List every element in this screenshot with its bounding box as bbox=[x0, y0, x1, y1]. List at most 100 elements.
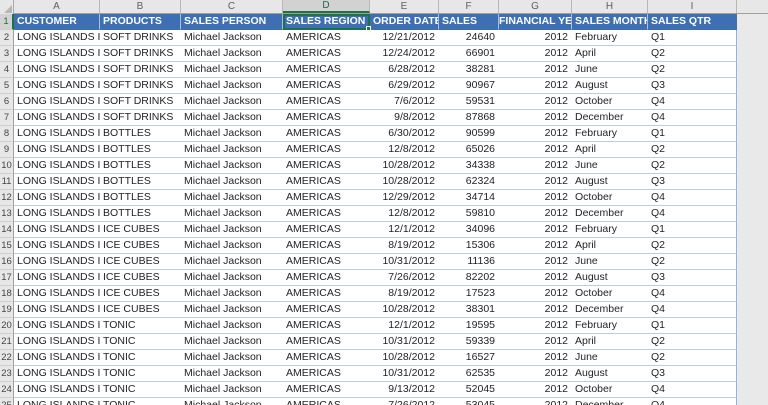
data-cell[interactable]: BOTTLES bbox=[100, 206, 181, 222]
data-cell[interactable]: LONG ISLANDS INC bbox=[14, 286, 100, 302]
data-cell[interactable]: Michael Jackson bbox=[181, 318, 283, 334]
row-header-9[interactable]: 9 bbox=[0, 142, 14, 158]
data-cell[interactable]: Q4 bbox=[648, 110, 737, 126]
data-cell[interactable]: ICE CUBES bbox=[100, 222, 181, 238]
data-cell[interactable]: 2012 bbox=[499, 142, 572, 158]
data-cell[interactable]: ICE CUBES bbox=[100, 238, 181, 254]
data-cell[interactable]: LONG ISLANDS INC bbox=[14, 126, 100, 142]
data-cell[interactable]: 82202 bbox=[439, 270, 499, 286]
data-cell[interactable]: ICE CUBES bbox=[100, 302, 181, 318]
data-cell[interactable]: 6/30/2012 bbox=[370, 126, 439, 142]
data-cell[interactable]: LONG ISLANDS INC bbox=[14, 110, 100, 126]
data-cell[interactable]: August bbox=[572, 78, 648, 94]
data-cell[interactable]: Q1 bbox=[648, 318, 737, 334]
data-cell[interactable]: 12/8/2012 bbox=[370, 206, 439, 222]
data-cell[interactable]: 16527 bbox=[439, 350, 499, 366]
data-cell[interactable]: Michael Jackson bbox=[181, 78, 283, 94]
data-cell[interactable]: Q4 bbox=[648, 382, 737, 398]
data-cell[interactable]: December bbox=[572, 206, 648, 222]
data-cell[interactable]: TONIC bbox=[100, 350, 181, 366]
data-cell[interactable]: 2012 bbox=[499, 78, 572, 94]
data-cell[interactable]: 2012 bbox=[499, 110, 572, 126]
data-cell[interactable]: 2012 bbox=[499, 302, 572, 318]
data-cell[interactable]: 8/19/2012 bbox=[370, 238, 439, 254]
data-cell[interactable]: 9/8/2012 bbox=[370, 110, 439, 126]
data-cell[interactable]: 2012 bbox=[499, 366, 572, 382]
data-cell[interactable]: SOFT DRINKS bbox=[100, 30, 181, 46]
data-cell[interactable]: LONG ISLANDS INC bbox=[14, 206, 100, 222]
data-cell[interactable]: 87868 bbox=[439, 110, 499, 126]
data-cell[interactable]: 10/31/2012 bbox=[370, 334, 439, 350]
data-cell[interactable]: Q4 bbox=[648, 206, 737, 222]
row-header-15[interactable]: 15 bbox=[0, 238, 14, 254]
row-header-8[interactable]: 8 bbox=[0, 126, 14, 142]
data-cell[interactable]: 7/26/2012 bbox=[370, 398, 439, 405]
data-cell[interactable]: AMERICAS bbox=[283, 94, 370, 110]
data-cell[interactable]: AMERICAS bbox=[283, 286, 370, 302]
header-cell[interactable]: SALES QTR bbox=[648, 14, 737, 30]
data-cell[interactable]: Michael Jackson bbox=[181, 110, 283, 126]
data-cell[interactable]: ICE CUBES bbox=[100, 270, 181, 286]
row-header-23[interactable]: 23 bbox=[0, 366, 14, 382]
data-cell[interactable]: Q4 bbox=[648, 398, 737, 405]
row-header-4[interactable]: 4 bbox=[0, 62, 14, 78]
data-cell[interactable]: Q1 bbox=[648, 222, 737, 238]
data-cell[interactable]: 53045 bbox=[439, 398, 499, 405]
data-cell[interactable]: Michael Jackson bbox=[181, 142, 283, 158]
data-cell[interactable]: April bbox=[572, 46, 648, 62]
data-cell[interactable]: SOFT DRINKS bbox=[100, 78, 181, 94]
data-cell[interactable]: February bbox=[572, 222, 648, 238]
data-cell[interactable]: February bbox=[572, 126, 648, 142]
data-cell[interactable]: August bbox=[572, 270, 648, 286]
row-header-13[interactable]: 13 bbox=[0, 206, 14, 222]
column-header-G[interactable]: G bbox=[499, 0, 572, 13]
row-header-24[interactable]: 24 bbox=[0, 382, 14, 398]
data-cell[interactable]: AMERICAS bbox=[283, 30, 370, 46]
data-cell[interactable]: August bbox=[572, 366, 648, 382]
data-cell[interactable]: SOFT DRINKS bbox=[100, 94, 181, 110]
data-cell[interactable]: 2012 bbox=[499, 174, 572, 190]
data-cell[interactable]: 24640 bbox=[439, 30, 499, 46]
data-cell[interactable]: Michael Jackson bbox=[181, 334, 283, 350]
data-cell[interactable]: 10/28/2012 bbox=[370, 174, 439, 190]
data-cell[interactable]: 38301 bbox=[439, 302, 499, 318]
data-cell[interactable]: LONG ISLANDS INC bbox=[14, 46, 100, 62]
data-cell[interactable]: LONG ISLANDS INC bbox=[14, 222, 100, 238]
data-cell[interactable]: TONIC bbox=[100, 382, 181, 398]
data-cell[interactable]: LONG ISLANDS INC bbox=[14, 270, 100, 286]
data-cell[interactable]: AMERICAS bbox=[283, 142, 370, 158]
header-cell[interactable]: CUSTOMER bbox=[14, 14, 100, 30]
data-cell[interactable]: LONG ISLANDS INC bbox=[14, 398, 100, 405]
data-cell[interactable]: 2012 bbox=[499, 206, 572, 222]
header-cell[interactable]: SALES REGION bbox=[283, 14, 370, 30]
data-cell[interactable]: Michael Jackson bbox=[181, 366, 283, 382]
data-cell[interactable]: 12/1/2012 bbox=[370, 222, 439, 238]
header-cell[interactable]: FINANCIAL YEAR bbox=[499, 14, 572, 30]
data-cell[interactable]: ICE CUBES bbox=[100, 254, 181, 270]
row-header-12[interactable]: 12 bbox=[0, 190, 14, 206]
data-cell[interactable]: AMERICAS bbox=[283, 366, 370, 382]
row-header-25[interactable]: 25 bbox=[0, 398, 14, 405]
data-cell[interactable]: AMERICAS bbox=[283, 254, 370, 270]
data-cell[interactable]: 6/28/2012 bbox=[370, 62, 439, 78]
data-cell[interactable]: SOFT DRINKS bbox=[100, 46, 181, 62]
column-header-C[interactable]: C bbox=[181, 0, 283, 13]
data-cell[interactable]: LONG ISLANDS INC bbox=[14, 190, 100, 206]
data-cell[interactable]: LONG ISLANDS INC bbox=[14, 78, 100, 94]
data-cell[interactable]: LONG ISLANDS INC bbox=[14, 318, 100, 334]
data-cell[interactable]: 15306 bbox=[439, 238, 499, 254]
data-cell[interactable]: Michael Jackson bbox=[181, 206, 283, 222]
data-cell[interactable]: SOFT DRINKS bbox=[100, 110, 181, 126]
data-cell[interactable]: LONG ISLANDS INC bbox=[14, 238, 100, 254]
row-header-1[interactable]: 1 bbox=[0, 14, 14, 30]
data-cell[interactable]: 59810 bbox=[439, 206, 499, 222]
data-cell[interactable]: 2012 bbox=[499, 62, 572, 78]
data-cell[interactable]: June bbox=[572, 254, 648, 270]
column-header-D[interactable]: D bbox=[283, 0, 370, 13]
data-cell[interactable]: Michael Jackson bbox=[181, 30, 283, 46]
data-cell[interactable]: Q2 bbox=[648, 158, 737, 174]
data-cell[interactable]: Q3 bbox=[648, 366, 737, 382]
data-cell[interactable]: LONG ISLANDS INC bbox=[14, 30, 100, 46]
data-cell[interactable]: AMERICAS bbox=[283, 206, 370, 222]
data-cell[interactable]: Michael Jackson bbox=[181, 62, 283, 78]
